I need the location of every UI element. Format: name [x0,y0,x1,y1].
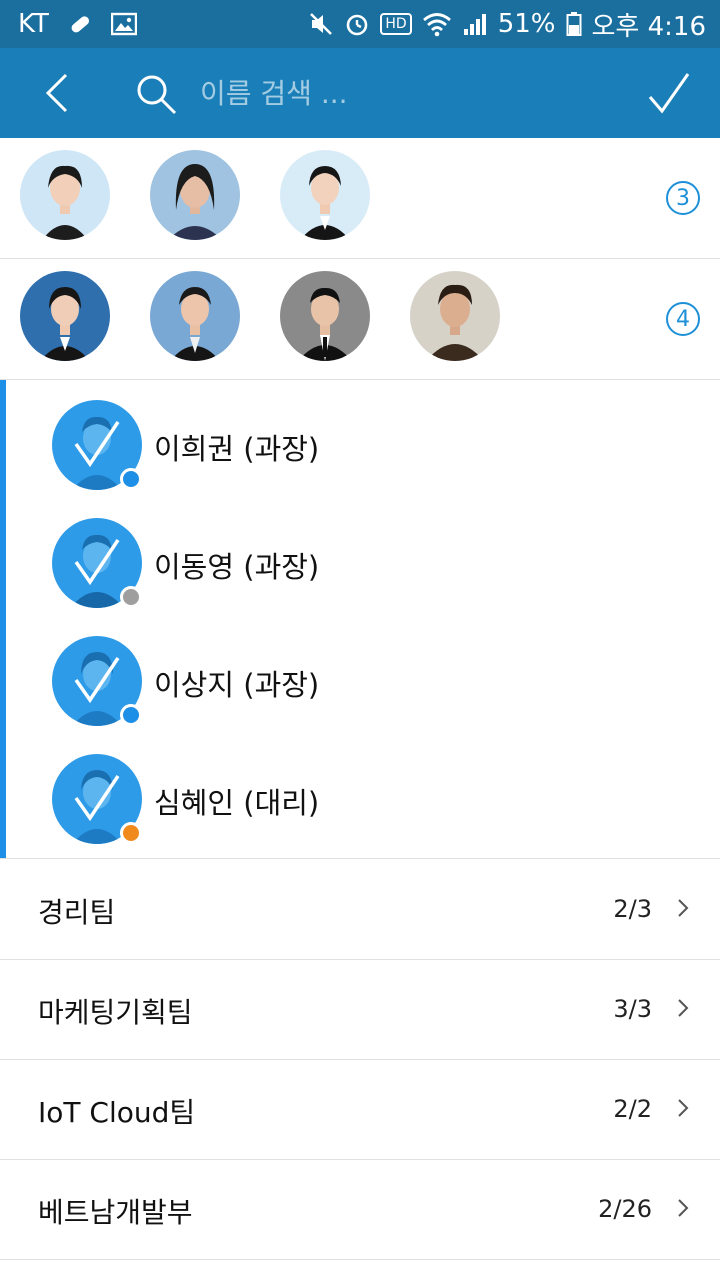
chevron-right-icon [678,899,689,917]
group-row[interactable]: 3 [0,138,720,259]
confirm-button[interactable] [640,64,698,122]
group-count-badge: 3 [666,181,700,215]
back-button[interactable] [30,66,84,120]
search-icon [137,75,177,115]
image-icon [110,12,137,36]
team-selection-count: 3/3 [613,995,652,1023]
avatar [20,271,110,361]
status-bar: KT HD 51% 오후 4:16 [0,0,720,48]
team-row-iot-cloud[interactable]: IoT Cloud팀 2/2 [0,1059,720,1160]
team-row-accounting[interactable]: 경리팀 2/3 [0,859,720,960]
member-name: 심혜인 (대리) [154,786,320,820]
search-input[interactable] [200,70,620,116]
member-name: 이희권 (과장) [154,432,320,466]
team-name: 베트남개발부 [38,1196,193,1229]
status-dot [120,468,142,490]
avatar [410,271,500,361]
group-count-badge: 4 [666,302,700,336]
team-row-marketing[interactable]: 마케팅기획팀 3/3 [0,959,720,1060]
status-dot [120,586,142,608]
team-name: 경리팀 [38,896,116,929]
mute-icon [308,11,334,37]
chevron-right-icon [678,999,689,1017]
chevron-left-icon [45,73,68,113]
selected-member[interactable]: 이동영 (과장) [0,498,720,616]
team-selection-count: 2/3 [613,895,652,923]
group-row[interactable]: 4 [0,259,720,380]
team-name: 마케팅기획팀 [38,996,193,1029]
team-name: IoT Cloud팀 [38,1096,196,1129]
alarm-icon [344,11,370,37]
clock: 오후 4:16 [591,11,707,42]
member-name: 이상지 (과장) [154,668,320,702]
checkmark-icon [648,73,690,114]
selected-member[interactable]: 이희권 (과장) [0,380,720,498]
avatar [150,150,240,240]
battery-icon [566,11,582,37]
avatar [20,150,110,240]
app-bar [0,48,720,138]
chevron-right-icon [678,1199,689,1217]
team-selection-count: 2/26 [598,1195,652,1223]
capsule-icon [67,11,93,37]
wifi-icon [422,11,452,37]
member-name: 이동영 (과장) [154,550,320,584]
battery-percent: 51% [497,9,556,39]
signal-icon [462,11,488,37]
avatar [280,271,370,361]
hd-label: HD [380,13,412,35]
status-dot [120,822,142,844]
selected-member[interactable]: 심혜인 (대리) [0,734,720,852]
hd-icon: HD [380,13,412,35]
status-dot [120,704,142,726]
chevron-right-icon [678,1099,689,1117]
avatar [280,150,370,240]
selected-member[interactable]: 이상지 (과장) [0,616,720,734]
team-selection-count: 2/2 [613,1095,652,1123]
avatar [150,271,240,361]
carrier-label: KT [18,9,49,39]
selected-members-panel: 이희권 (과장) 이동영 (과장) 이상지 (과장) 심혜인 (대리) [0,380,720,859]
team-row-vietnam-dev[interactable]: 베트남개발부 2/26 [0,1159,720,1260]
